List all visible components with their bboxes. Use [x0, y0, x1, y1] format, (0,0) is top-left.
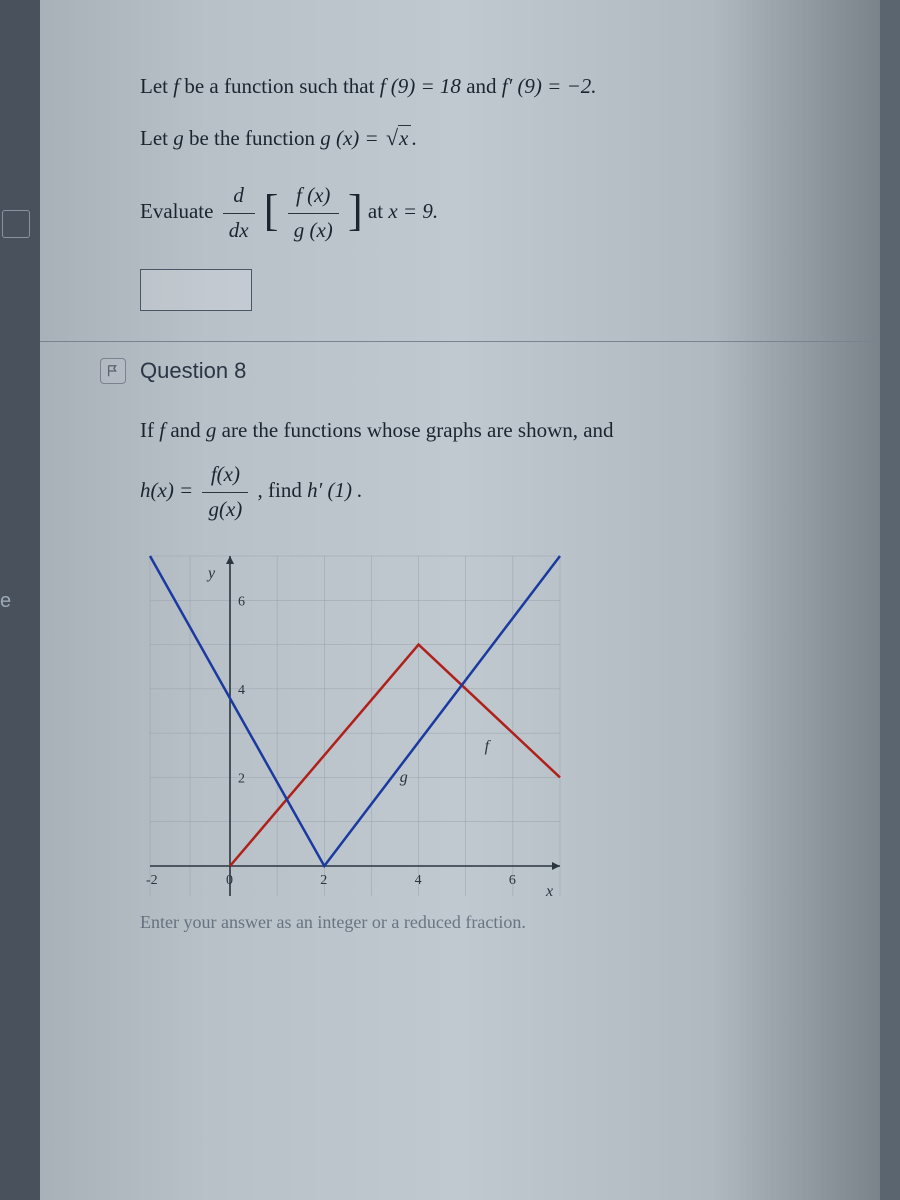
svg-text:g: g — [400, 769, 408, 786]
q8-line2: h(x) = f(x) g(x) , find h′ (1) . — [140, 458, 840, 526]
svg-text:-2: -2 — [146, 873, 158, 888]
math: h′ (1) . — [307, 478, 362, 502]
text: and — [461, 74, 502, 98]
text: at — [368, 199, 388, 223]
svg-text:x: x — [545, 883, 553, 896]
left-bracket-icon: [ — [264, 189, 279, 233]
question-8-title: Question 8 — [140, 358, 246, 384]
hx-frac: f(x) g(x) — [202, 458, 248, 526]
math: h(x) = — [140, 478, 198, 502]
numerator: f (x) — [288, 179, 339, 214]
sqrt-icon: x — [384, 120, 411, 156]
math: x = 9. — [388, 199, 438, 223]
math: f (9) = 18 — [380, 74, 461, 98]
svg-text:4: 4 — [238, 683, 245, 698]
svg-text:y: y — [206, 565, 216, 582]
q7-evaluate: Evaluate d dx [ f (x) g (x) ] at x = 9. — [140, 179, 840, 247]
question-7-body: Let f be a function such that f (9) = 18… — [100, 70, 840, 311]
flag-icon[interactable] — [100, 358, 126, 384]
svg-text:6: 6 — [238, 594, 245, 609]
text: Let — [140, 126, 173, 150]
q7-line2: Let g be the function g (x) = x. — [140, 120, 840, 156]
chart-svg: -2 0 2 4 6 2 4 6 y x f g — [140, 546, 570, 896]
right-bracket-icon: ] — [348, 189, 363, 233]
q8-content: If f and g are the functions whose graph… — [140, 414, 840, 937]
denominator: g(x) — [202, 493, 248, 527]
checkbox-stub[interactable] — [2, 210, 30, 238]
svg-text:0: 0 — [226, 873, 233, 888]
fg-frac: f (x) g (x) — [288, 179, 339, 247]
svg-text:6: 6 — [509, 873, 516, 888]
answer-hint: Enter your answer as an integer or a red… — [140, 908, 840, 937]
text: be the function — [184, 126, 320, 150]
math: f′ (9) = −2. — [502, 74, 597, 98]
svg-text:f: f — [485, 738, 492, 755]
left-letter-e: e — [0, 590, 14, 613]
answer-input-q7[interactable] — [140, 269, 252, 311]
q8-line1: If f and g are the functions whose graph… — [140, 414, 840, 448]
question-8-header: Question 8 — [100, 358, 840, 384]
text: . — [411, 126, 416, 150]
text: be a function such that — [179, 74, 380, 98]
math: g (x) = — [320, 126, 384, 150]
q7-content: Let f be a function such that f (9) = 18… — [140, 70, 840, 311]
flag-svg-icon — [106, 364, 120, 378]
numerator: f(x) — [202, 458, 248, 493]
d-dx-frac: d dx — [223, 179, 255, 247]
svg-text:2: 2 — [238, 772, 245, 787]
denominator: g (x) — [288, 214, 339, 248]
divider — [40, 341, 880, 342]
text: , find — [258, 478, 308, 502]
page-surface: Let f be a function such that f (9) = 18… — [40, 0, 880, 1200]
text: If f and g are the functions whose graph… — [140, 418, 614, 442]
svg-text:2: 2 — [320, 873, 327, 888]
text: Evaluate — [140, 199, 219, 223]
radicand: x — [398, 125, 411, 150]
graph: -2 0 2 4 6 2 4 6 y x f g — [140, 546, 570, 896]
q7-line1: Let f be a function such that f (9) = 18… — [140, 70, 840, 104]
denominator: dx — [223, 214, 255, 248]
svg-text:4: 4 — [415, 873, 422, 888]
text: Let — [140, 74, 173, 98]
numerator: d — [223, 179, 255, 214]
